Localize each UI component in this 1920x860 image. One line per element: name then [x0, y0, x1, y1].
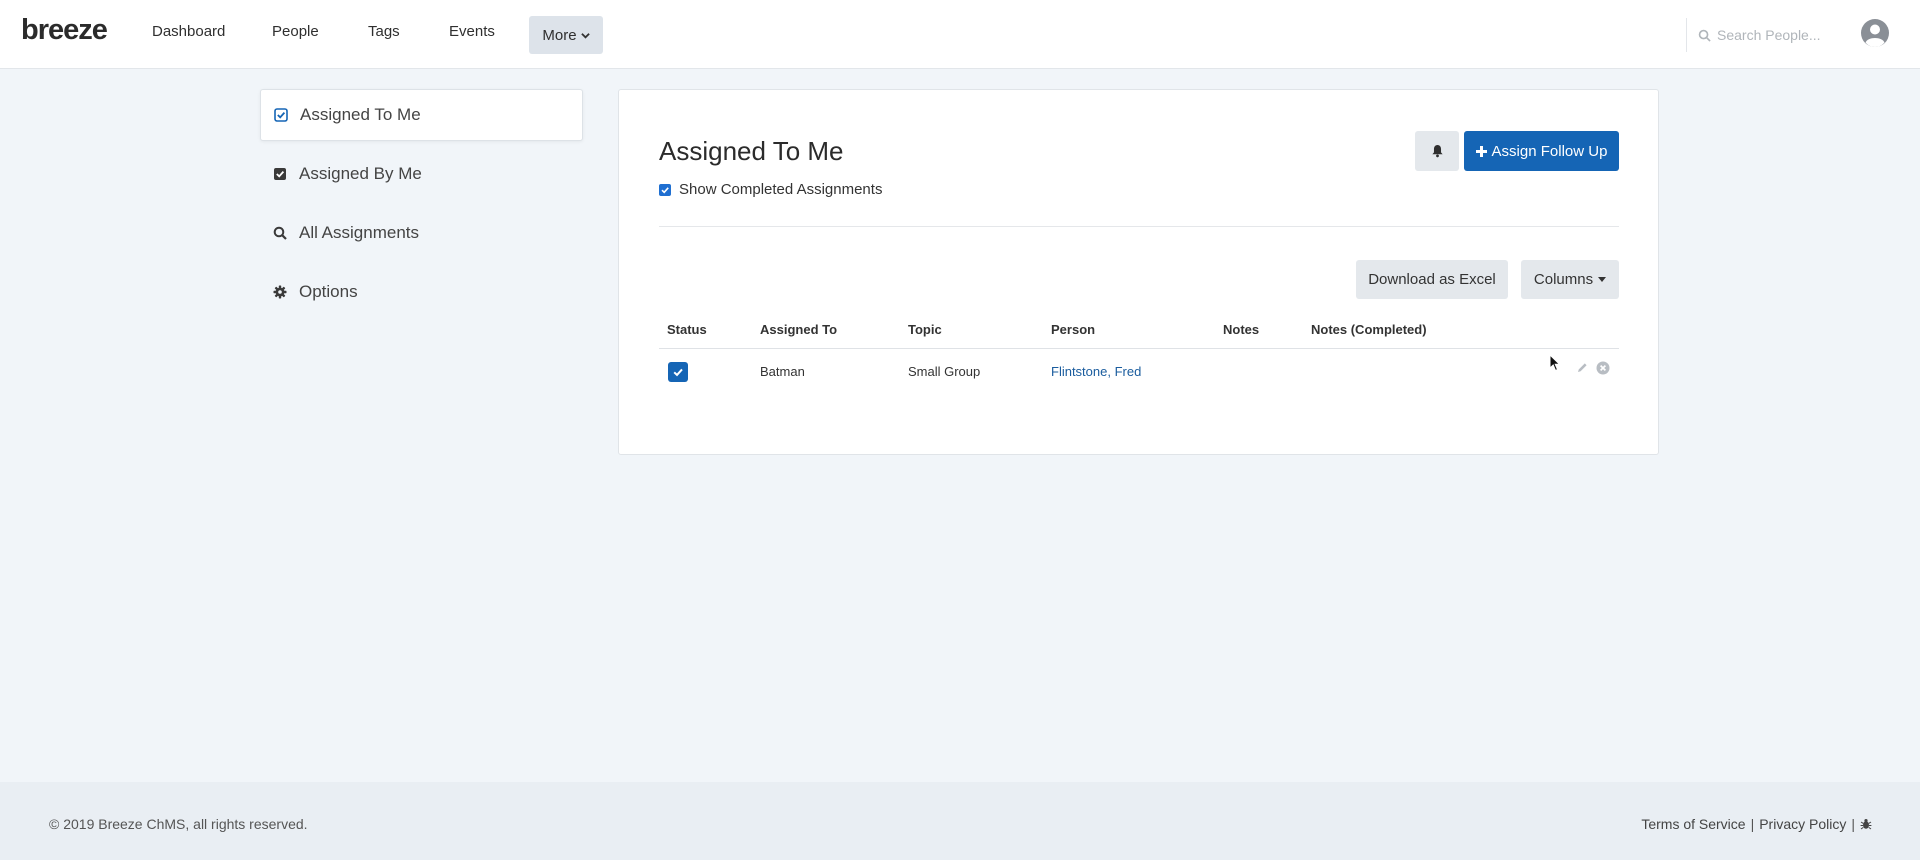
sidebar: Assigned To Me Assigned By Me All Assign…: [260, 89, 583, 325]
gear-icon: [273, 285, 287, 299]
status-checkbox[interactable]: [668, 362, 688, 382]
show-completed-label: Show Completed Assignments: [679, 181, 883, 198]
cell-topic: Small Group: [908, 364, 981, 379]
cell-assigned-to: Batman: [760, 364, 805, 379]
bug-report-icon[interactable]: [1860, 818, 1872, 830]
terms-of-service-link[interactable]: Terms of Service: [1641, 816, 1745, 832]
column-header-notes[interactable]: Notes: [1223, 322, 1259, 337]
sidebar-item-label: Options: [299, 282, 358, 301]
notifications-button[interactable]: [1415, 131, 1459, 171]
user-avatar-icon[interactable]: [1860, 18, 1890, 48]
check-square-icon: [273, 167, 287, 181]
column-header-topic[interactable]: Topic: [908, 322, 942, 337]
download-excel-button[interactable]: Download as Excel: [1356, 260, 1508, 299]
table-header-divider: [659, 348, 1619, 349]
nav-dashboard[interactable]: Dashboard: [152, 23, 225, 40]
footer-separator: |: [1750, 816, 1755, 832]
assignments-panel: Assigned To Me Show Completed Assignment…: [618, 89, 1659, 455]
footer-links: Terms of Service | Privacy Policy |: [1641, 816, 1872, 832]
mouse-cursor-icon: [1549, 354, 1561, 372]
chevron-down-icon: [580, 31, 590, 40]
assign-follow-up-button[interactable]: Assign Follow Up: [1464, 131, 1619, 171]
column-header-notes-completed[interactable]: Notes (Completed): [1311, 322, 1427, 337]
pencil-icon[interactable]: [1577, 362, 1588, 373]
cell-person-link[interactable]: Flintstone, Fred: [1051, 364, 1141, 379]
search-input[interactable]: [1717, 27, 1827, 43]
sidebar-item-options[interactable]: Options: [260, 266, 583, 318]
privacy-policy-link[interactable]: Privacy Policy: [1759, 816, 1846, 832]
remove-circle-icon[interactable]: [1596, 361, 1610, 375]
show-completed-toggle[interactable]: Show Completed Assignments: [659, 181, 882, 198]
sidebar-item-assigned-to-me[interactable]: Assigned To Me: [260, 89, 583, 141]
column-header-status[interactable]: Status: [667, 322, 707, 337]
nav-events[interactable]: Events: [449, 23, 495, 40]
footer-separator: |: [1851, 816, 1855, 832]
nav-people[interactable]: People: [272, 23, 319, 40]
search-icon: [1698, 29, 1711, 42]
column-header-assigned-to[interactable]: Assigned To: [760, 322, 837, 337]
plus-icon: [1475, 145, 1487, 157]
check-square-icon: [274, 108, 288, 122]
nav-more-label: More: [542, 26, 577, 44]
columns-label: Columns: [1533, 271, 1594, 288]
sidebar-item-label: Assigned By Me: [299, 164, 422, 183]
nav-divider: [1686, 18, 1687, 52]
copyright-text: © 2019 Breeze ChMS, all rights reserved.: [49, 816, 308, 832]
bell-icon: [1431, 144, 1444, 158]
page-title: Assigned To Me: [659, 136, 844, 166]
sidebar-item-all-assignments[interactable]: All Assignments: [260, 207, 583, 259]
search-icon: [273, 226, 287, 240]
assign-follow-up-label: Assign Follow Up: [1491, 142, 1608, 160]
sidebar-item-label: Assigned To Me: [300, 105, 421, 124]
column-header-person[interactable]: Person: [1051, 322, 1095, 337]
nav-tags[interactable]: Tags: [368, 23, 400, 40]
divider: [659, 226, 1619, 227]
show-completed-checkbox[interactable]: [659, 183, 671, 196]
caret-down-icon: [1598, 277, 1607, 282]
nav-more-dropdown[interactable]: More: [529, 16, 603, 54]
sidebar-item-assigned-by-me[interactable]: Assigned By Me: [260, 148, 583, 200]
columns-dropdown-button[interactable]: Columns: [1521, 260, 1619, 299]
breeze-logo[interactable]: breeze: [21, 14, 108, 47]
footer: © 2019 Breeze ChMS, all rights reserved.…: [0, 782, 1920, 860]
search-box[interactable]: [1698, 24, 1828, 46]
top-navbar: breeze Dashboard People Tags Events More: [0, 0, 1920, 69]
sidebar-item-label: All Assignments: [299, 223, 419, 242]
